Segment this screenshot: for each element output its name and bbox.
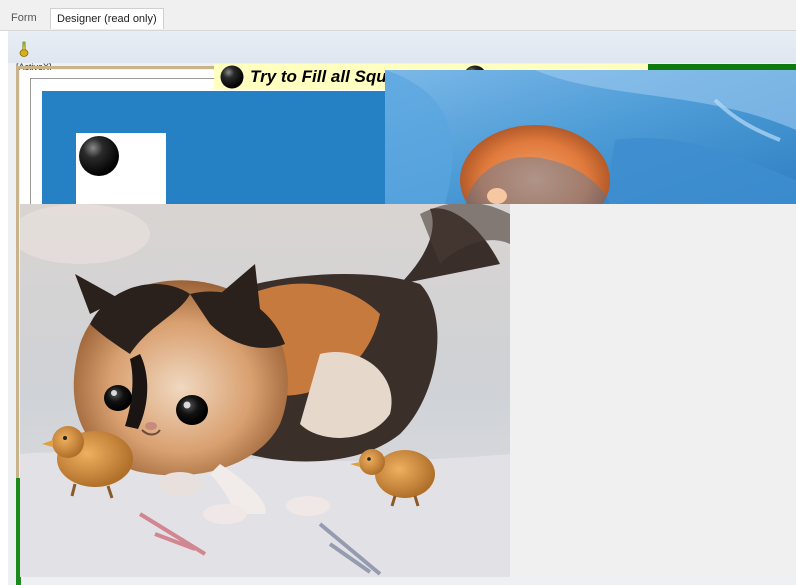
blanket-photo	[385, 70, 796, 204]
designer-toolbar	[8, 31, 796, 63]
black-ball-icon	[220, 65, 244, 89]
tab-bar: Form Designer (read only)	[0, 0, 796, 31]
black-ball-icon	[79, 136, 119, 176]
kitten-photo	[20, 204, 510, 577]
game-title-text: Try to Fill all Squ	[250, 67, 387, 86]
tab-form[interactable]: Form	[5, 8, 43, 29]
toolbar-run-icon[interactable]	[18, 41, 30, 57]
form-empty-area	[510, 204, 796, 577]
tab-designer[interactable]: Designer (read only)	[50, 8, 164, 29]
